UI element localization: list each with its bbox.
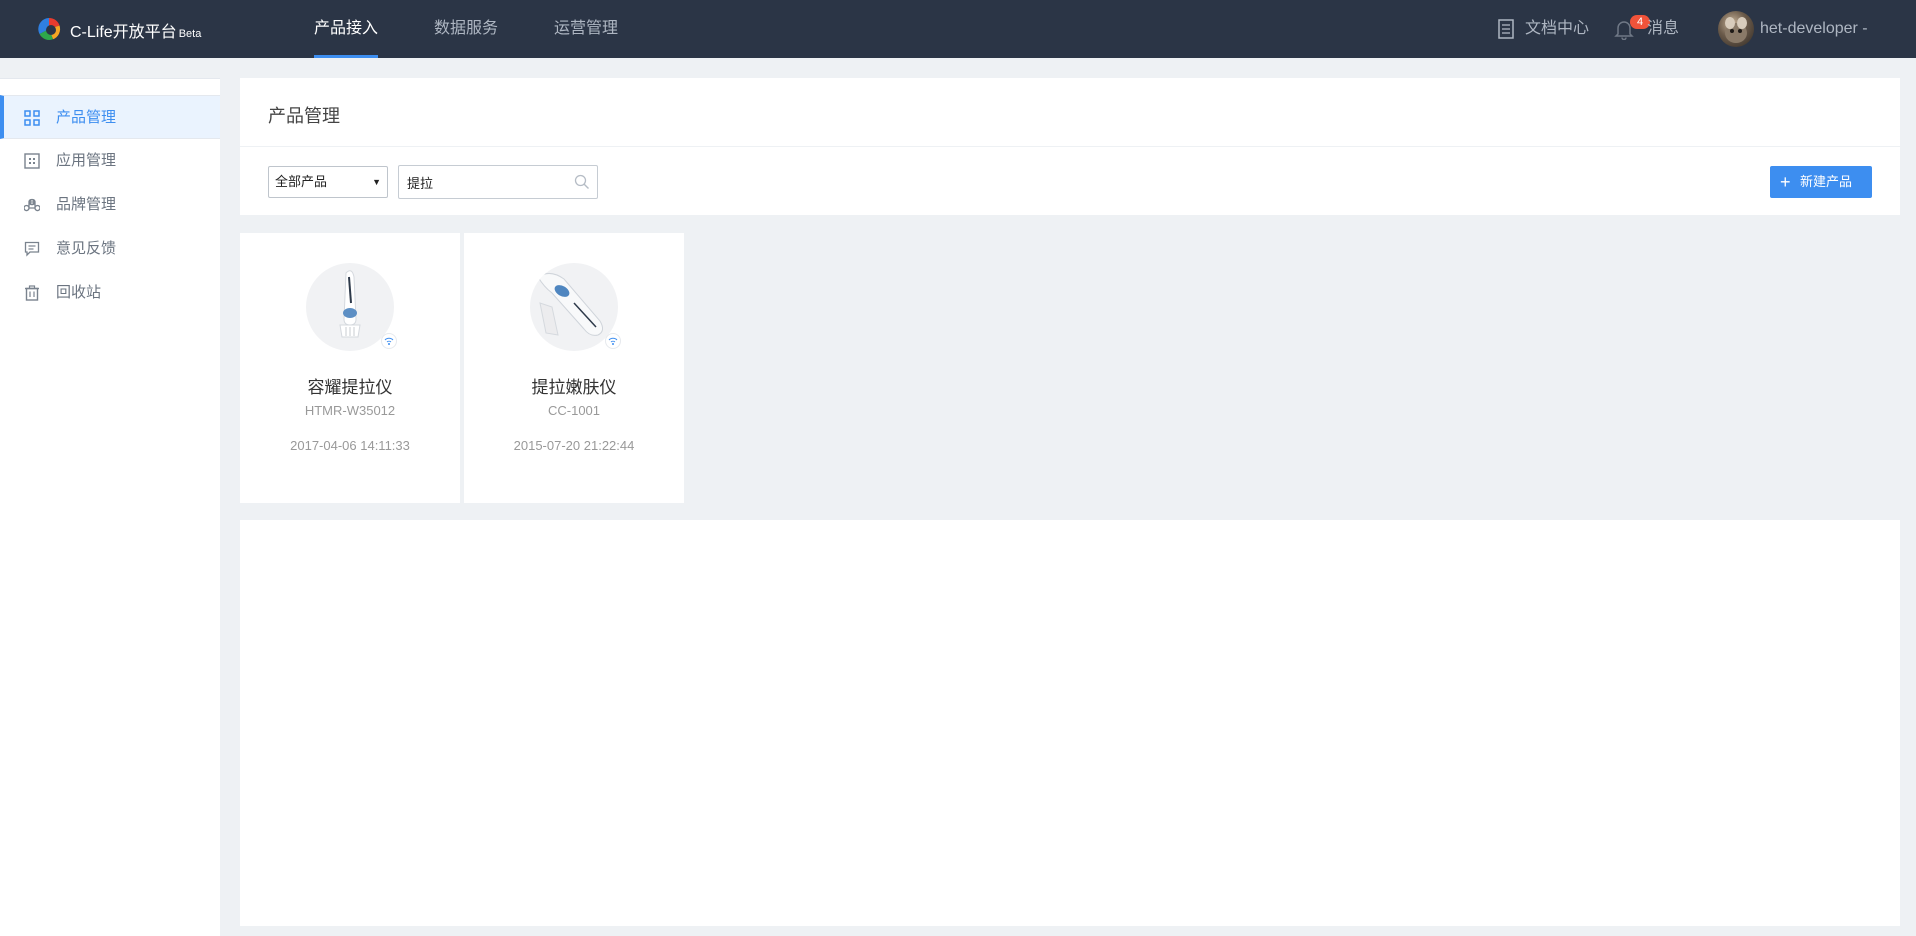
beta-tag: Beta: [178, 28, 202, 40]
product-management-panel: 产品管理 全部产品 ▼ + 新建产品: [240, 78, 1900, 215]
product-filter-select[interactable]: 全部产品 ▼: [268, 166, 388, 198]
plus-icon: +: [1780, 172, 1791, 192]
clife-logo[interactable]: [36, 16, 62, 42]
product-filter-value: 全部产品: [275, 174, 328, 189]
sidebar-item-label: 品牌管理: [56, 196, 117, 213]
content-area: [240, 520, 1900, 926]
sidebar: 产品管理 应用管理 品牌管理 意见反馈 回收站: [0, 78, 220, 936]
sidebar-item-label: 应用管理: [56, 152, 117, 169]
document-icon[interactable]: [1496, 18, 1516, 40]
divider: [240, 146, 1900, 147]
page-title: 产品管理: [268, 106, 340, 126]
user-menu-caret: -: [1862, 20, 1868, 37]
docs-center-link[interactable]: 文档中心: [1525, 0, 1589, 58]
new-product-label: 新建产品: [1800, 174, 1853, 189]
top-navbar: C-Life开放平台 Beta 产品接入 数据服务 运营管理 文档中心 4 消息 …: [0, 0, 1916, 58]
product-created-time: 2017-04-06 14:11:33: [290, 438, 410, 453]
messages-link[interactable]: 消息: [1647, 0, 1679, 58]
search-input[interactable]: [398, 165, 598, 199]
product-name: 提拉嫩肤仪: [531, 378, 617, 397]
sidebar-item-brand-management[interactable]: 品牌管理: [0, 183, 220, 227]
new-product-button[interactable]: + 新建产品: [1770, 166, 1872, 198]
product-card[interactable]: 容耀提拉仪 HTMR-W35012 2017-04-06 14:11:33: [240, 233, 460, 503]
user-avatar[interactable]: [1718, 11, 1754, 47]
sidebar-item-label: 意见反馈: [56, 240, 117, 257]
nav-product-access[interactable]: 产品接入: [314, 0, 379, 58]
sidebar-item-feedback[interactable]: 意见反馈: [0, 227, 220, 271]
product-name: 容耀提拉仪: [307, 378, 393, 397]
wifi-icon: [605, 333, 621, 349]
sidebar-item-label: 回收站: [56, 284, 102, 301]
product-created-time: 2015-07-20 21:22:44: [513, 438, 635, 453]
comment-icon: [24, 241, 40, 257]
trash-icon: [25, 285, 39, 301]
user-name: het-developer: [1760, 20, 1858, 37]
search-icon[interactable]: [574, 174, 590, 190]
sidebar-item-app-management[interactable]: 应用管理: [0, 139, 220, 183]
command-icon: [24, 198, 40, 212]
brand-name: C-Life开放平台: [70, 24, 177, 41]
product-card[interactable]: 提拉嫩肤仪 CC-1001 2015-07-20 21:22:44: [464, 233, 684, 503]
user-menu[interactable]: het-developer -: [1760, 0, 1868, 58]
app-icon: [24, 153, 40, 169]
sidebar-item-product-management[interactable]: 产品管理: [0, 95, 220, 139]
product-model: HTMR-W35012: [304, 403, 396, 418]
chevron-down-icon: ▼: [372, 177, 381, 187]
brand-title[interactable]: C-Life开放平台 Beta: [70, 18, 201, 42]
nav-operations[interactable]: 运营管理: [554, 0, 618, 58]
sidebar-item-recycle-bin[interactable]: 回收站: [0, 271, 220, 315]
wifi-icon: [381, 333, 397, 349]
sidebar-item-label: 产品管理: [56, 109, 117, 126]
product-model: CC-1001: [547, 403, 601, 418]
grid-icon: [24, 110, 40, 126]
nav-data-service[interactable]: 数据服务: [434, 0, 498, 58]
